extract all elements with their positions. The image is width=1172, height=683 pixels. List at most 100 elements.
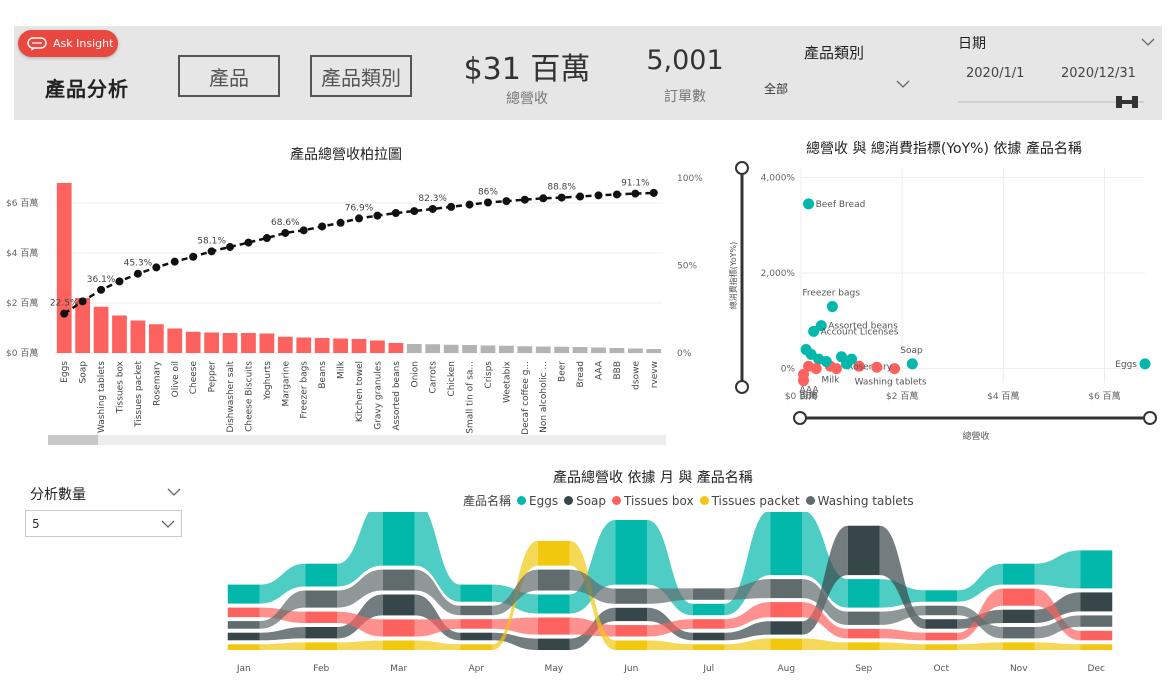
slider-handle[interactable] [735,161,749,175]
cumulative-point [226,242,235,251]
chevron-down-icon[interactable] [161,520,175,529]
page-title: 產品分析 [45,77,129,101]
data-label: 58.1% [197,236,226,246]
bar [425,344,441,353]
legend-title: 產品名稱 [463,494,512,508]
x-tick-label: Rosemary [152,360,162,406]
x-tick-label: Nov [1010,664,1028,674]
ribbon-segment [305,563,338,587]
bar [148,324,164,353]
ribbon-segment [460,584,493,602]
cumulative-point [336,218,345,227]
y-axis-title: 總消費指標(YoY%) [728,242,738,309]
chevron-down-icon[interactable] [896,80,910,89]
ribbon-segment [615,640,648,650]
ribbon-segment [615,625,648,637]
ribbon-segment [692,644,725,650]
cumulative-point [649,188,658,197]
x-tick-label: Jul [702,664,714,674]
pareto-chart: $0 百萬 $2 百萬 $4 百萬 $6 百萬 0% 50% 100% Eggs Soap Was… [6,174,703,445]
chevron-down-icon[interactable] [167,488,181,497]
legend-item[interactable]: Soap [576,494,606,508]
slider-range-bar [1116,100,1138,104]
legend-swatch [699,496,709,505]
ribbon-segment [692,603,725,616]
point-label: Washing tablets [855,378,927,388]
y-tick-label: 0% [781,365,796,375]
scatter-chart: $0 百萬 $2 百萬 $4 百萬 $6 百萬0%2,000%4,000%總消費指標(… [728,161,1157,442]
ribbon-segment [847,611,880,625]
ribbon-connector [879,628,926,641]
date-range-slider[interactable] [958,92,1146,112]
date-slicer-title: 日期 [958,36,986,52]
nav-category-label: 產品類別 [321,65,401,90]
slider-handle[interactable] [735,380,749,394]
x-tick-label: Jun [623,664,638,674]
ribbon-segment [537,569,570,591]
date-start[interactable]: 2020/1/1 [966,66,1024,81]
nav-category-button[interactable]: 產品類別 [310,55,412,97]
slider-handle[interactable] [793,411,807,425]
x-tick-label: Sep [855,664,872,674]
analysis-count-value: 5 [32,516,40,531]
scrollbar-track [48,435,666,445]
ribbon-segment [847,642,880,650]
scatter-point [820,356,832,367]
kpi-revenue-label: 總營收 [506,91,548,107]
ribbon-segment [770,512,803,576]
bar [499,345,514,353]
date-end[interactable]: 2020/12/31 [1061,66,1136,81]
y2-tick-label: 100% [677,174,703,184]
y-tick-label: 2,000% [761,269,796,279]
x-tick-label: Dishwasher salt [226,361,236,433]
y-tick-label: $4 百萬 [6,247,38,259]
x-tick-label: May [544,664,563,674]
bar [204,332,219,353]
ribbon-segment [227,607,260,618]
x-tick-label: Beer [558,361,568,382]
cumulative-point [410,207,419,216]
cumulative-point [133,269,142,278]
x-tick-label: Cheese Biscuits [244,361,254,432]
nav-product-button[interactable]: 產品 [178,55,280,97]
ribbon-segment [382,640,415,650]
nav-product-label: 產品 [209,65,249,90]
ask-insight-button[interactable]: Ask Insight [18,30,118,57]
ribbon-connector [802,638,848,650]
x-tick-label: Pepper [208,361,218,393]
category-slicer-value[interactable]: 全部 [764,80,788,97]
ribbon-segment [382,569,415,591]
cumulative-point [557,193,566,202]
scrollbar-thumb[interactable] [48,435,98,445]
ribbon-segment [847,628,880,639]
x-tick-label: Decaf coffee g... [521,361,531,435]
data-label: 82.3% [418,194,447,204]
ribbon-segment [692,619,725,629]
cumulative-point [170,257,179,266]
ribbon-segment [305,590,338,608]
analysis-count-dropdown[interactable]: 5 [25,510,182,537]
legend-item[interactable]: Washing tablets [818,494,914,508]
ribbon-segment [1002,627,1035,639]
chat-bubble-icon [27,36,47,51]
scatter-point [1139,358,1151,370]
cumulative-point [355,214,363,223]
slider-handle[interactable] [1143,411,1157,425]
ask-insight-label: Ask Insight [53,37,114,50]
data-label: 22.5% [50,299,79,309]
ribbon-segment [847,525,880,576]
legend-item[interactable]: Tissues packet [712,494,800,508]
cumulative-point [483,198,492,207]
legend-item[interactable]: Tissues box [624,494,694,508]
x-tick-label: Milk [337,360,347,379]
x-tick-label: Mar [390,664,407,674]
ribbon-connector [414,640,461,650]
cumulative-point [97,285,106,294]
scatter-point [803,198,815,210]
ribbon-connector [1034,642,1081,650]
scatter-point [826,301,838,313]
cumulative-point [447,202,456,211]
legend-item[interactable]: Eggs [529,494,558,508]
chevron-down-icon[interactable] [1141,38,1155,47]
cumulative-point [520,195,529,204]
